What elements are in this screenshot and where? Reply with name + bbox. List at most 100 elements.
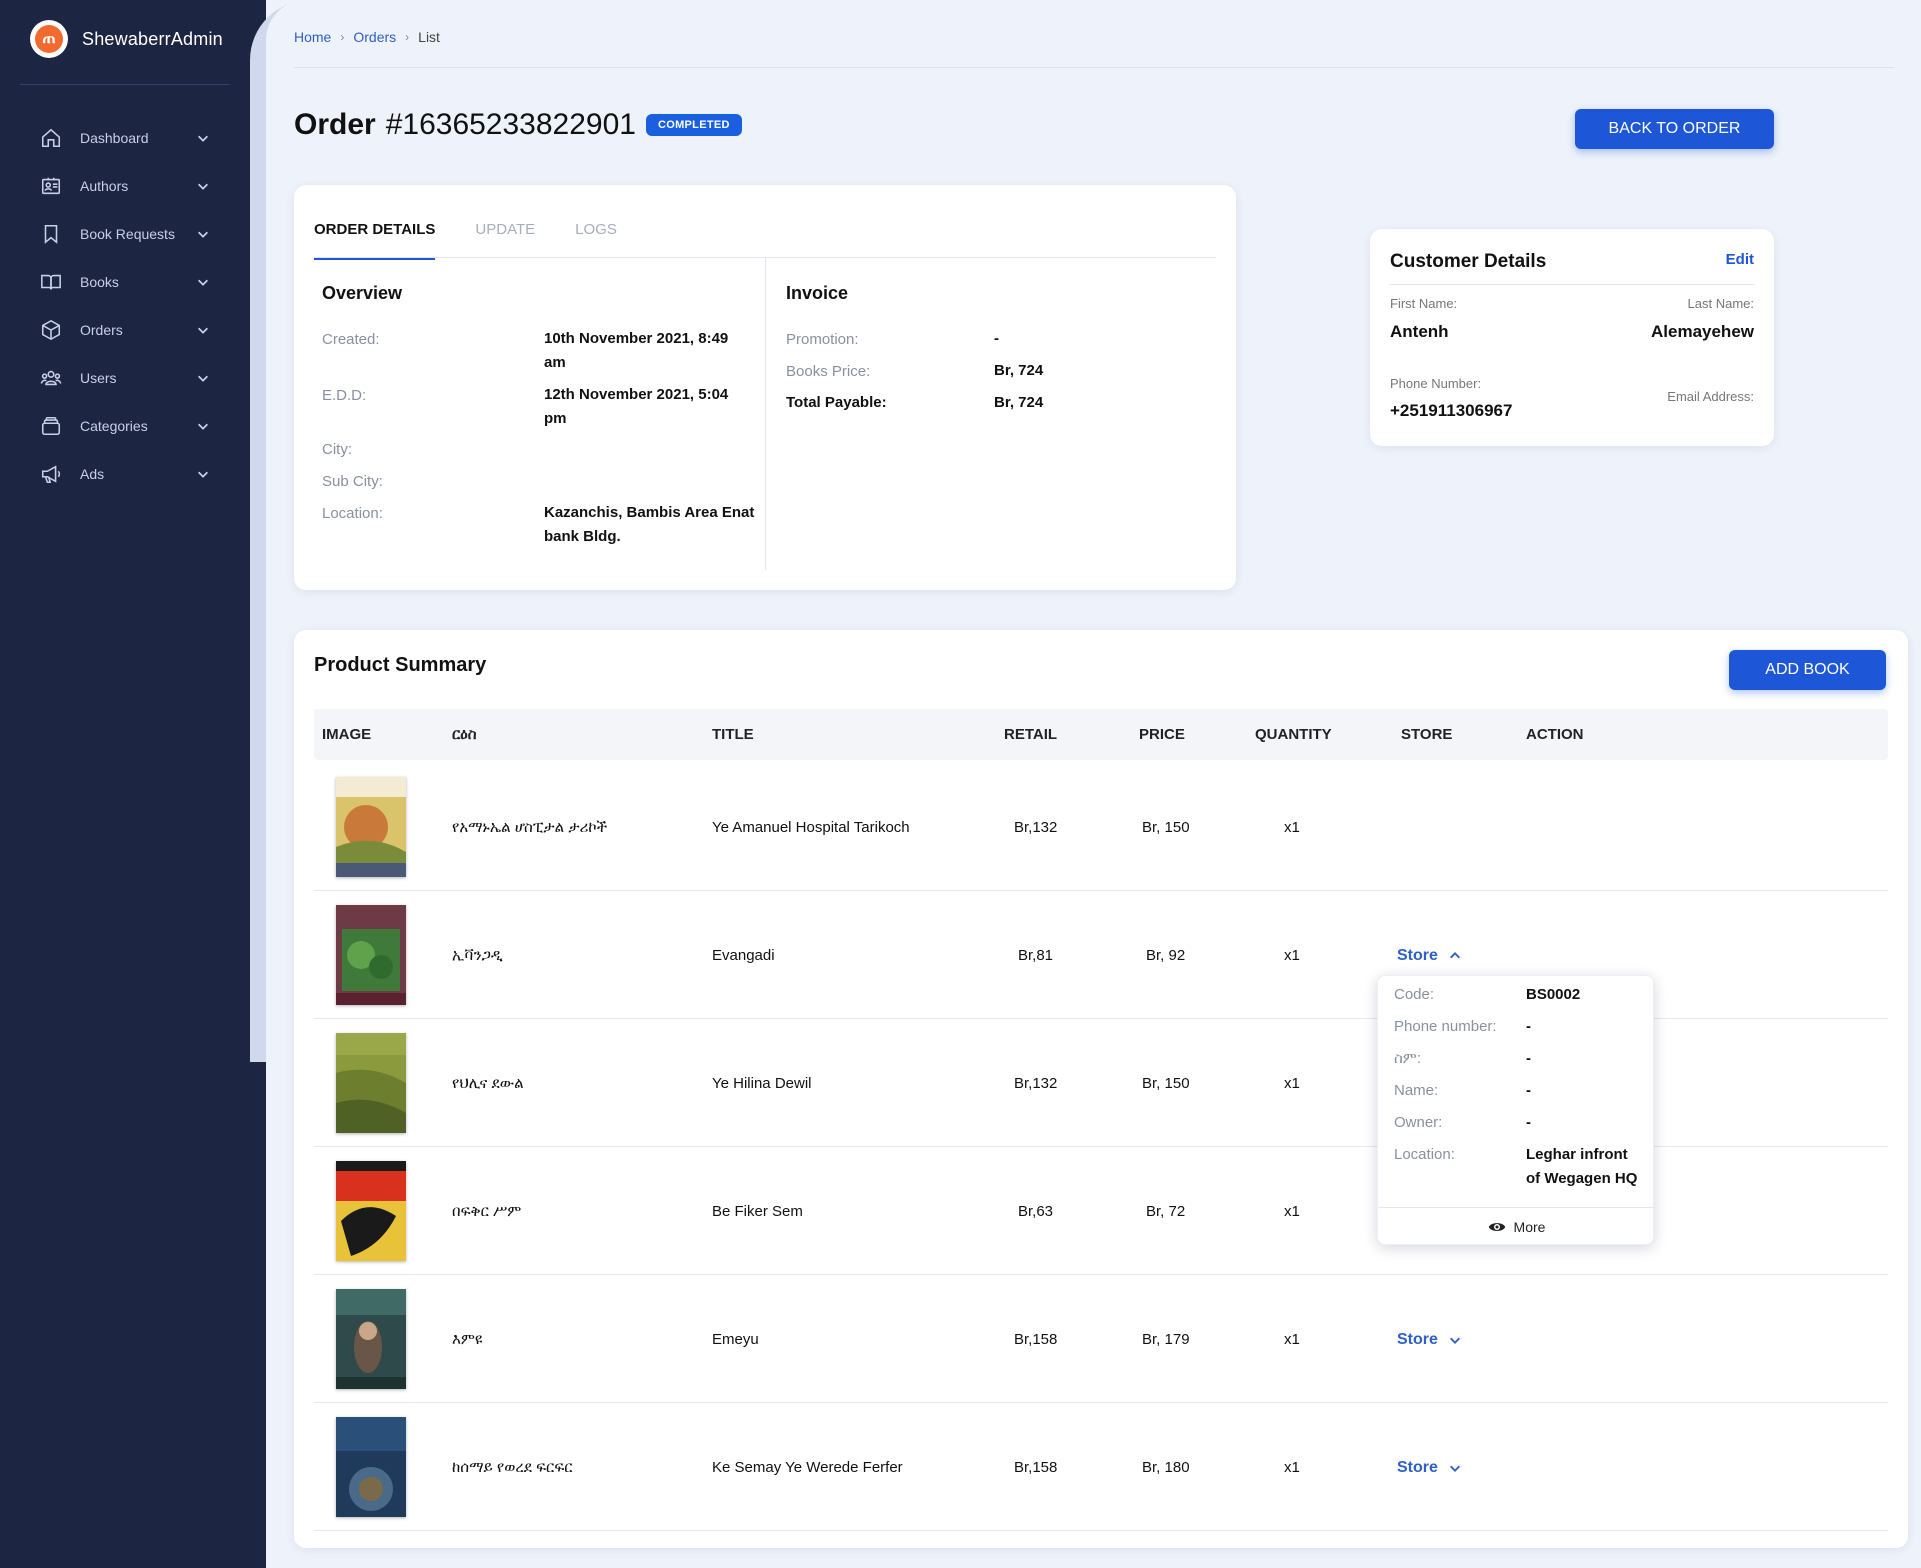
store-toggle[interactable]: Store bbox=[1397, 1331, 1462, 1349]
book-cover-image[interactable] bbox=[336, 1033, 406, 1133]
edd-value-line: 12th November 2021, 5:04 bbox=[544, 386, 729, 403]
store-amharic-name-value: - bbox=[1526, 1050, 1531, 1067]
chevron-down-icon bbox=[198, 231, 208, 238]
sidebar-item-label: Book Requests bbox=[80, 226, 175, 242]
brand[interactable]: ጠ ShewaberrAdmin bbox=[30, 20, 223, 58]
tab-logs[interactable]: LOGS bbox=[575, 221, 617, 260]
edit-customer-link[interactable]: Edit bbox=[1726, 251, 1754, 268]
back-to-order-button[interactable]: BACK TO ORDER bbox=[1575, 109, 1774, 149]
column-header: ርዕስ bbox=[452, 726, 477, 743]
store-more-button[interactable]: More bbox=[1378, 1218, 1655, 1236]
table-header: IMAGE ርዕስ TITLE RETAIL PRICE QUANTITY ST… bbox=[314, 709, 1888, 760]
location-value-line: Kazanchis, Bambis Area Enat bbox=[544, 504, 755, 521]
store-phone-label: Phone number: bbox=[1394, 1018, 1497, 1035]
book-price: Br, 72 bbox=[1146, 1203, 1186, 1220]
book-cover-image[interactable] bbox=[336, 1289, 406, 1389]
chevron-down-icon bbox=[198, 471, 208, 478]
store-location-label: Location: bbox=[1394, 1146, 1455, 1163]
book-cover-image[interactable] bbox=[336, 1417, 406, 1517]
store-toggle[interactable]: Store bbox=[1397, 1459, 1462, 1477]
book-retail: Br,158 bbox=[1014, 1331, 1058, 1348]
book-title: Ye Amanuel Hospital Tarikoch bbox=[712, 819, 910, 836]
books-price-label: Books Price: bbox=[786, 363, 871, 380]
book-retail: Br,63 bbox=[1018, 1203, 1054, 1220]
created-value-line: 10th November 2021, 8:49 bbox=[544, 330, 729, 347]
breadcrumb-orders[interactable]: Orders bbox=[353, 29, 396, 45]
phone-label: Phone Number: bbox=[1390, 376, 1482, 391]
tab-update[interactable]: UPDATE bbox=[475, 221, 535, 260]
store-label: Store bbox=[1397, 1459, 1438, 1476]
store-location-value: Leghar infront of Wegagen HQ bbox=[1526, 1143, 1637, 1191]
users-icon bbox=[40, 370, 62, 386]
book-retail: Br,81 bbox=[1018, 947, 1054, 964]
sidebar-nav: Dashboard Authors Book Requests Books Or… bbox=[40, 114, 210, 498]
column-header: TITLE bbox=[712, 726, 754, 743]
table-row: ከሰማይ የወረደ ፍርፍር Ke Semay Ye Werede Ferfer… bbox=[314, 1403, 1888, 1531]
status-badge: COMPLETED bbox=[645, 114, 742, 136]
book-title: Ye Hilina Dewil bbox=[712, 1075, 812, 1092]
book-price: Br, 92 bbox=[1146, 947, 1186, 964]
store-amharic-name-label: ስም: bbox=[1394, 1050, 1421, 1067]
add-book-button[interactable]: ADD BOOK bbox=[1729, 650, 1886, 690]
sidebar-divider bbox=[20, 84, 230, 85]
order-tabs: ORDER DETAILS UPDATE LOGS bbox=[314, 221, 657, 260]
store-label: Store bbox=[1397, 1331, 1438, 1348]
customer-details-card: Customer Details Edit First Name: Antenh… bbox=[1370, 229, 1774, 446]
sidebar-item-label: Orders bbox=[80, 322, 123, 338]
breadcrumb-separator-icon: › bbox=[405, 30, 410, 44]
book-retail: Br,132 bbox=[1014, 819, 1058, 836]
column-header: IMAGE bbox=[322, 726, 372, 743]
book-quantity: x1 bbox=[1284, 947, 1300, 964]
edd-label: E.D.D: bbox=[322, 387, 367, 404]
column-header: STORE bbox=[1401, 726, 1453, 743]
page-title: Order #16365233822901 COMPLETED bbox=[294, 108, 742, 142]
store-name-label: Name: bbox=[1394, 1082, 1439, 1099]
store-location-line: Leghar infront bbox=[1526, 1146, 1628, 1163]
sidebar: ጠ ShewaberrAdmin Dashboard Authors Book … bbox=[0, 0, 266, 1568]
promotion-label: Promotion: bbox=[786, 331, 859, 348]
book-title: Evangadi bbox=[712, 947, 775, 964]
tab-order-details[interactable]: ORDER DETAILS bbox=[314, 221, 436, 260]
book-cover-image[interactable] bbox=[336, 905, 406, 1005]
total-payable-value: Br, 724 bbox=[994, 394, 1044, 411]
order-details-card: ORDER DETAILS UPDATE LOGS Overview Creat… bbox=[294, 185, 1236, 590]
id-card-icon bbox=[41, 177, 61, 195]
books-price-value: Br, 724 bbox=[994, 362, 1044, 379]
created-value: 10th November 2021, 8:49 am bbox=[544, 327, 728, 375]
sidebar-item-label: Books bbox=[80, 274, 119, 290]
edd-value-line: pm bbox=[544, 410, 567, 427]
customer-details-title: Customer Details bbox=[1390, 251, 1547, 272]
home-icon bbox=[41, 128, 61, 148]
book-cover-image[interactable] bbox=[336, 777, 406, 877]
column-header: PRICE bbox=[1139, 726, 1185, 743]
store-toggle[interactable]: Store bbox=[1397, 947, 1462, 965]
sidebar-item-book-requests[interactable]: Book Requests bbox=[40, 210, 210, 258]
first-name-value: Antenh bbox=[1390, 322, 1449, 341]
last-name-value: Alemayehew bbox=[1651, 322, 1754, 341]
store-popover: Code: BS0002 Phone number: - ስም: - Name:… bbox=[1377, 975, 1655, 1245]
sidebar-item-label: Categories bbox=[80, 418, 148, 434]
chevron-down-icon bbox=[198, 183, 208, 190]
order-title-label: Order bbox=[294, 108, 376, 141]
breadcrumb-home[interactable]: Home bbox=[294, 29, 331, 45]
book-quantity: x1 bbox=[1284, 1331, 1300, 1348]
total-payable-label: Total Payable: bbox=[786, 394, 887, 411]
sidebar-item-dashboard[interactable]: Dashboard bbox=[40, 114, 210, 162]
sidebar-item-categories[interactable]: Categories bbox=[40, 402, 210, 450]
email-label: Email Address: bbox=[1667, 389, 1754, 404]
sidebar-item-label: Dashboard bbox=[80, 130, 149, 146]
megaphone-icon bbox=[41, 465, 61, 484]
sidebar-item-books[interactable]: Books bbox=[40, 258, 210, 306]
sidebar-item-orders[interactable]: Orders bbox=[40, 306, 210, 354]
store-owner-value: - bbox=[1526, 1114, 1531, 1131]
header-divider bbox=[294, 67, 1894, 68]
sidebar-item-users[interactable]: Users bbox=[40, 354, 210, 402]
book-retail: Br,132 bbox=[1014, 1075, 1058, 1092]
book-cover-image[interactable] bbox=[336, 1161, 406, 1261]
book-amharic-title: የአማኑኤል ሆስፒታል ታሪኮች bbox=[452, 819, 608, 836]
sidebar-item-authors[interactable]: Authors bbox=[40, 162, 210, 210]
sidebar-item-label: Ads bbox=[80, 466, 105, 482]
product-summary-card: Product Summary ADD BOOK IMAGE ርዕስ TITLE… bbox=[294, 630, 1908, 1548]
sidebar-item-ads[interactable]: Ads bbox=[40, 450, 210, 498]
eye-icon bbox=[1488, 1223, 1505, 1231]
